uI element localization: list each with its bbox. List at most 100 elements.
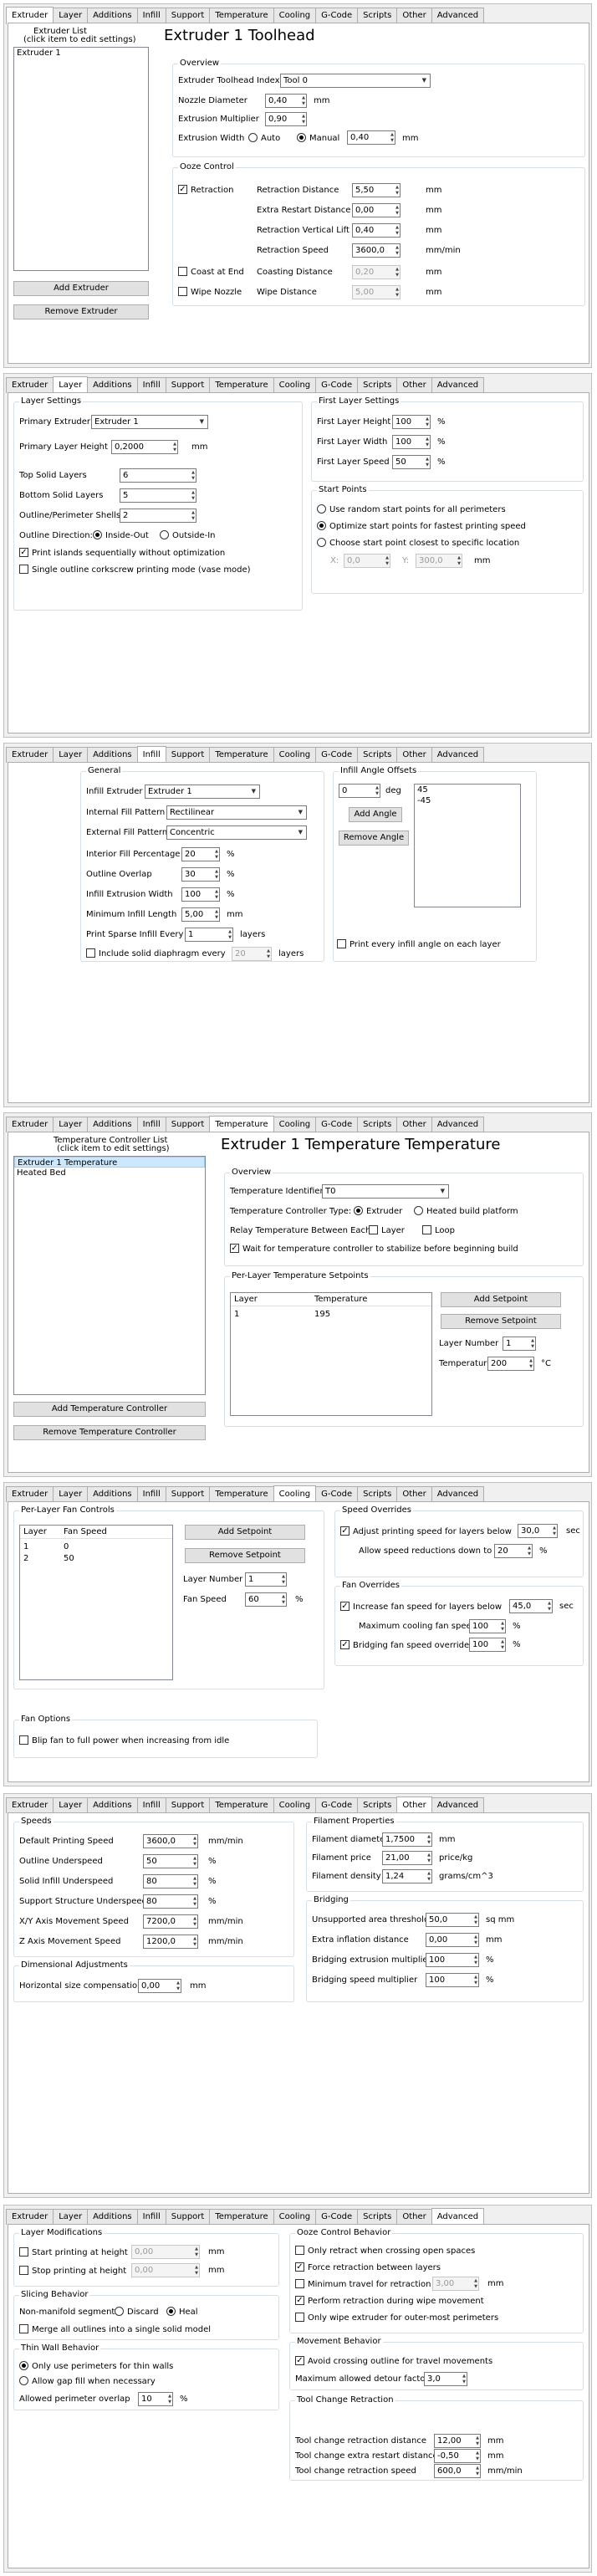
- tab-layer[interactable]: Layer: [53, 1117, 89, 1132]
- tab-infill[interactable]: Infill: [136, 1117, 166, 1132]
- remove-extruder-button[interactable]: Remove Extruder: [13, 304, 149, 319]
- angle-list[interactable]: 45 -45: [414, 784, 521, 907]
- fan-setpoint-table[interactable]: Layer Fan Speed 1 0 2 50: [19, 1525, 173, 1680]
- tab-additions[interactable]: Additions: [87, 1117, 138, 1132]
- tab-scripts[interactable]: Scripts: [357, 747, 398, 763]
- tab-extruder[interactable]: Extruder: [6, 2209, 54, 2225]
- outline-overlap-input[interactable]: 30: [181, 867, 220, 882]
- filament-row-input[interactable]: 21,00: [382, 1851, 432, 1865]
- first-layer-speed-input[interactable]: 50: [392, 455, 431, 469]
- tab-extruder[interactable]: Extruder: [6, 747, 54, 763]
- speed-row-input[interactable]: 80: [143, 1894, 198, 1909]
- tab-temperature[interactable]: Temperature: [209, 8, 274, 23]
- islands-sequential-checkbox[interactable]: ✓ Print islands sequentially without opti…: [19, 547, 225, 559]
- tab-temperature[interactable]: Temperature: [209, 747, 274, 763]
- tab-gcode[interactable]: G-Code: [315, 2209, 359, 2225]
- coast-at-end-checkbox[interactable]: Coast at End: [178, 266, 244, 278]
- nozzle-diameter-input[interactable]: 0,40: [265, 94, 307, 108]
- solid-diaphragm-checkbox[interactable]: Include solid diaphragm every: [86, 948, 226, 959]
- tab-layer[interactable]: Layer: [53, 2209, 89, 2225]
- wipe-retraction-checkbox[interactable]: ✓ Perform retraction during wipe movement: [295, 2295, 484, 2307]
- add-extruder-button[interactable]: Add Extruder: [13, 281, 149, 296]
- tab-gcode[interactable]: G-Code: [315, 747, 359, 763]
- wipe-nozzle-checkbox[interactable]: Wipe Nozzle: [178, 286, 242, 298]
- tab-gcode[interactable]: G-Code: [315, 377, 359, 393]
- perimeters-thin-radio[interactable]: Only use perimeters for thin walls: [19, 2360, 173, 2372]
- external-pattern-select[interactable]: Concentric: [166, 825, 307, 840]
- width-manual-radio[interactable]: Manual: [297, 132, 339, 144]
- bridging-row-input[interactable]: 100: [426, 1953, 479, 1967]
- tab-support[interactable]: Support: [165, 8, 211, 23]
- speed-row-input[interactable]: 7200,0: [143, 1914, 198, 1929]
- adjust-speed-checkbox[interactable]: ✓ Adjust printing speed for layers below: [340, 1526, 512, 1537]
- tab-advanced[interactable]: Advanced: [431, 1117, 485, 1132]
- tab-support[interactable]: Support: [165, 2209, 211, 2225]
- tab-scripts[interactable]: Scripts: [357, 377, 398, 393]
- tab-infill[interactable]: Infill: [136, 1797, 166, 1813]
- tab-temperature[interactable]: Temperature: [209, 1797, 274, 1813]
- tab-other[interactable]: Other: [396, 1797, 432, 1814]
- tab-scripts[interactable]: Scripts: [357, 1117, 398, 1132]
- avoid-crossing-checkbox[interactable]: ✓ Avoid crossing outline for travel movem…: [295, 2355, 492, 2367]
- wipe-outer-checkbox[interactable]: Only wipe extruder for outer-most perime…: [295, 2312, 498, 2323]
- list-item[interactable]: -45: [415, 795, 520, 806]
- tab-other[interactable]: Other: [396, 377, 432, 393]
- tab-other[interactable]: Other: [396, 1117, 432, 1132]
- vertical-lift-input[interactable]: 0,40: [352, 223, 401, 238]
- angle-input[interactable]: 0: [339, 784, 380, 798]
- start-x-input[interactable]: 0,0: [344, 554, 390, 568]
- width-auto-radio[interactable]: Auto: [248, 132, 280, 144]
- speed-row-input[interactable]: 80: [143, 1874, 198, 1889]
- stop-height-checkbox[interactable]: Stop printing at height: [19, 2265, 126, 2277]
- start-height-checkbox[interactable]: Start printing at height: [19, 2246, 128, 2258]
- tab-temperature[interactable]: Temperature: [209, 1116, 274, 1133]
- tab-temperature[interactable]: Temperature: [209, 377, 274, 393]
- wipe-distance-input[interactable]: 5,00: [352, 285, 401, 299]
- extrusion-multiplier-input[interactable]: 0,90: [265, 112, 307, 126]
- tab-advanced[interactable]: Advanced: [431, 2208, 485, 2226]
- primary-extruder-select[interactable]: Extruder 1: [91, 415, 208, 429]
- first-layer-width-input[interactable]: 100: [392, 435, 431, 449]
- temperature-input[interactable]: 200: [487, 1357, 534, 1371]
- tab-additions[interactable]: Additions: [87, 377, 138, 393]
- tab-layer[interactable]: Layer: [53, 8, 89, 23]
- tab-infill[interactable]: Infill: [136, 746, 166, 764]
- bridging-row-input[interactable]: 0,00: [426, 1933, 479, 1947]
- heated-bed-type-radio[interactable]: Heated build platform: [414, 1205, 518, 1217]
- perimeter-shells-input[interactable]: 2: [120, 509, 196, 523]
- tab-advanced[interactable]: Advanced: [431, 1486, 485, 1502]
- adjust-speed-input[interactable]: 30,0: [518, 1524, 558, 1538]
- gap-fill-radio[interactable]: Allow gap fill when necessary: [19, 2375, 156, 2387]
- closest-start-radio[interactable]: Choose start point closest to specific l…: [317, 537, 519, 549]
- toolhead-index-select[interactable]: Tool 0: [280, 74, 431, 88]
- tab-extruder[interactable]: Extruder: [6, 377, 54, 393]
- temperature-controller-list[interactable]: Extruder 1 Temperature Heated Bed: [13, 1156, 206, 1395]
- start-y-input[interactable]: 300,0: [416, 554, 462, 568]
- retraction-checkbox[interactable]: ✓ Retraction: [178, 184, 233, 196]
- tab-temperature[interactable]: Temperature: [209, 1486, 274, 1502]
- tab-support[interactable]: Support: [165, 1797, 211, 1813]
- list-item[interactable]: 45: [415, 785, 520, 795]
- allow-reduction-input[interactable]: 20: [494, 1544, 533, 1558]
- retraction-speed-input[interactable]: 3600,0: [352, 243, 401, 258]
- tab-additions[interactable]: Additions: [87, 2209, 138, 2225]
- top-solid-layers-input[interactable]: 6: [120, 468, 196, 483]
- optimize-start-radio[interactable]: Optimize start points for fastest printi…: [317, 520, 526, 532]
- retract-open-spaces-checkbox[interactable]: Only retract when crossing open spaces: [295, 2245, 475, 2257]
- tab-infill[interactable]: Infill: [136, 8, 166, 23]
- tab-infill[interactable]: Infill: [136, 2209, 166, 2225]
- setpoint-table[interactable]: Layer Temperature 1 195: [230, 1292, 432, 1416]
- remove-setpoint-button[interactable]: Remove Setpoint: [441, 1314, 561, 1329]
- tab-extruder[interactable]: Extruder: [6, 7, 54, 24]
- retraction-distance-input[interactable]: 5,50: [352, 183, 401, 197]
- tab-cooling[interactable]: Cooling: [273, 1797, 317, 1813]
- bridging-fan-input[interactable]: 100: [469, 1638, 506, 1652]
- tab-extruder[interactable]: Extruder: [6, 1486, 54, 1502]
- extruder-type-radio[interactable]: Extruder: [354, 1205, 402, 1217]
- temperature-identifier-select[interactable]: T0: [322, 1184, 449, 1199]
- tab-cooling[interactable]: Cooling: [273, 8, 317, 23]
- list-item[interactable]: Extruder 1 Temperature: [14, 1157, 205, 1168]
- speed-row-input[interactable]: 1200,0: [143, 1935, 198, 1949]
- tab-layer[interactable]: Layer: [53, 1486, 89, 1502]
- infill-width-input[interactable]: 100: [181, 887, 220, 902]
